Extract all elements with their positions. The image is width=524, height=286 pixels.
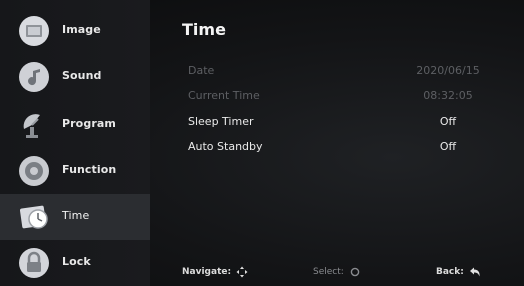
function-icon [18,155,50,187]
setting-row-auto-standby[interactable]: Auto Standby Off [188,140,498,158]
sidebar-item-label: Lock [62,255,91,268]
select-hint: Select: [313,266,361,278]
sidebar-item-function[interactable]: Function [0,148,150,194]
setting-value[interactable]: Off [398,115,498,128]
dpad-icon [236,266,248,278]
tv-menu-screen: Image Sound Program Function Time Lock T… [0,0,524,286]
time-icon [18,201,50,233]
ok-button-icon [349,266,361,278]
back-hint: Back: [436,266,481,278]
setting-row-date: Date 2020/06/15 [188,64,498,82]
sidebar-item-label: Image [62,23,101,36]
setting-label: Current Time [188,89,260,102]
program-icon [18,109,50,141]
image-icon [18,15,50,47]
navigate-hint: Navigate: [182,266,248,278]
settings-panel: Time Date 2020/06/15 Current Time 08:32:… [150,0,524,286]
sidebar-item-sound[interactable]: Sound [0,54,150,100]
setting-label: Date [188,64,215,77]
setting-row-current-time: Current Time 08:32:05 [188,89,498,107]
sidebar-item-time[interactable]: Time [0,194,150,240]
sidebar-item-image[interactable]: Image [0,8,150,54]
setting-row-sleep-timer[interactable]: Sleep Timer Off [188,115,498,133]
sidebar-item-label: Program [62,117,116,130]
sound-icon [18,61,50,93]
sidebar-item-program[interactable]: Program [0,102,150,148]
navigate-label: Navigate: [182,267,232,277]
lock-icon [18,247,50,279]
setting-value: 08:32:05 [423,89,473,102]
setting-value: 2020/06/15 [416,64,480,77]
sidebar-item-lock[interactable]: Lock [0,240,150,286]
footer-hints: Navigate: Select: Back: [150,262,524,282]
panel-title: Time [182,20,226,39]
select-label: Select: [313,267,344,277]
sidebar-item-label: Function [62,163,117,176]
setting-value[interactable]: Off [398,140,498,153]
setting-label: Auto Standby [188,140,263,153]
sidebar-item-label: Time [62,209,90,222]
sidebar: Image Sound Program Function Time Lock [0,0,150,286]
back-arrow-icon [469,266,481,278]
setting-label: Sleep Timer [188,115,254,128]
back-label: Back: [436,267,464,277]
sidebar-item-label: Sound [62,69,102,82]
